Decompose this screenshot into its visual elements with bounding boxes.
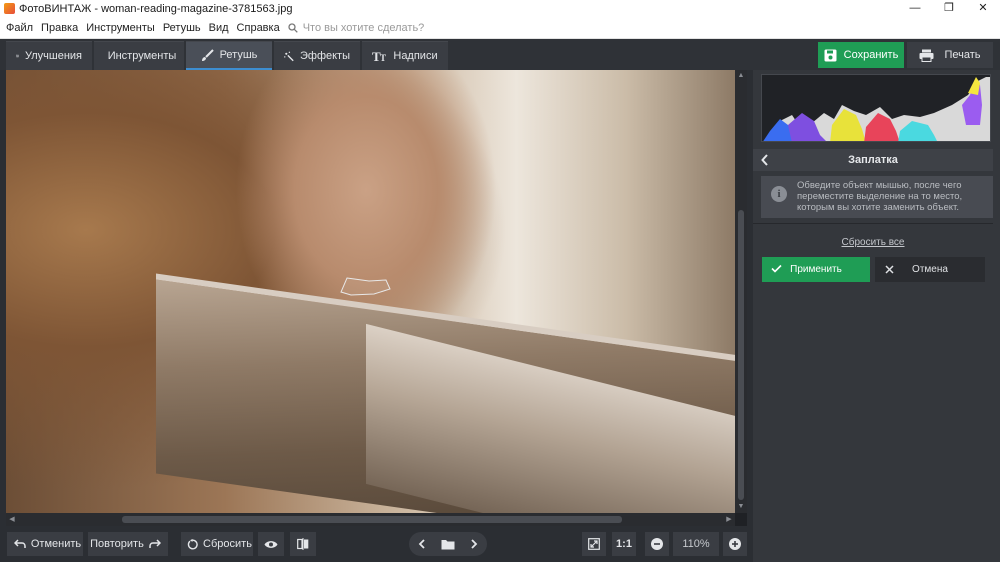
tool-hint: i Обведите объект мышью, после чего пере… bbox=[761, 176, 993, 218]
next-image-icon[interactable] bbox=[470, 539, 478, 549]
close-button[interactable]: ✕ bbox=[966, 0, 1000, 17]
redo-label: Повторить bbox=[90, 538, 144, 550]
info-icon: i bbox=[771, 186, 787, 202]
redo-icon bbox=[149, 539, 161, 548]
save-button-label: Сохранить bbox=[843, 49, 899, 61]
window-title: ФотоВИНТАЖ - woman-reading-magazine-3781… bbox=[19, 2, 293, 15]
eye-icon bbox=[264, 540, 278, 548]
histogram-graph bbox=[763, 77, 990, 141]
maximize-button[interactable]: ❐ bbox=[932, 0, 966, 17]
reset-label: Сбросить bbox=[203, 538, 252, 550]
fit-screen-icon bbox=[588, 538, 600, 550]
window-titlebar: ФотоВИНТАЖ - woman-reading-magazine-3781… bbox=[0, 0, 1000, 17]
reset-button[interactable]: Сбросить bbox=[181, 532, 253, 556]
previous-image-icon[interactable] bbox=[418, 539, 426, 549]
tab-captions[interactable]: TT Надписи bbox=[362, 41, 448, 70]
close-icon bbox=[885, 265, 894, 274]
apply-button[interactable]: Применить bbox=[762, 257, 870, 282]
actual-size-button[interactable]: 1:1 bbox=[612, 532, 636, 556]
app-logo-icon bbox=[4, 3, 15, 14]
photo-canvas[interactable] bbox=[6, 70, 735, 513]
tab-effects[interactable]: Эффекты bbox=[274, 41, 360, 70]
menu-file[interactable]: Файл bbox=[0, 22, 37, 34]
menu-edit[interactable]: Правка bbox=[37, 22, 82, 34]
vertical-scrollbar[interactable]: ▲ ▼ bbox=[735, 70, 747, 513]
save-button[interactable]: Сохранить bbox=[818, 42, 904, 68]
menu-retouch[interactable]: Ретушь bbox=[159, 22, 205, 34]
undo-label: Отменить bbox=[30, 538, 82, 550]
printer-icon bbox=[919, 49, 934, 62]
tab-enhancements[interactable]: Улучшения bbox=[6, 41, 92, 70]
menu-tools[interactable]: Инструменты bbox=[82, 22, 159, 34]
tool-hint-text: Обведите объект мышью, после чего переме… bbox=[797, 180, 963, 213]
scroll-right-arrow-icon[interactable]: ▶ bbox=[723, 513, 735, 526]
patch-selection-outline[interactable] bbox=[339, 275, 393, 297]
command-search-input[interactable] bbox=[302, 21, 463, 34]
minimize-button[interactable]: — bbox=[898, 0, 932, 17]
undo-icon bbox=[13, 539, 26, 548]
cancel-button[interactable]: Отмена bbox=[875, 257, 985, 282]
tool-panel-title: Заплатка bbox=[848, 154, 898, 166]
zoom-in-button[interactable] bbox=[723, 532, 747, 556]
open-folder-icon[interactable] bbox=[441, 539, 455, 550]
canvas-area: ▲ ▼ ◀ ▶ bbox=[6, 70, 747, 526]
right-panel: Заплатка i Обведите объект мышью, после … bbox=[753, 70, 1000, 562]
panel-divider bbox=[753, 223, 993, 224]
cancel-button-label: Отмена bbox=[912, 264, 948, 275]
back-arrow-icon[interactable] bbox=[761, 153, 769, 167]
search-icon bbox=[288, 22, 298, 33]
svg-text:T: T bbox=[380, 53, 386, 62]
window-controls: — ❐ ✕ bbox=[898, 0, 1000, 17]
reset-all-link[interactable]: Сбросить все bbox=[753, 237, 993, 248]
zoom-in-icon bbox=[729, 538, 741, 550]
file-navigation bbox=[409, 532, 487, 556]
text-icon: TT bbox=[372, 50, 386, 62]
sliders-icon bbox=[16, 54, 19, 58]
tab-tools-label: Инструменты bbox=[107, 50, 177, 62]
apply-button-label: Применить bbox=[790, 264, 842, 275]
command-search bbox=[288, 21, 463, 34]
menu-help[interactable]: Справка bbox=[233, 22, 284, 34]
preview-toggle-button[interactable] bbox=[258, 532, 284, 556]
brush-icon bbox=[201, 48, 214, 61]
tab-captions-label: Надписи bbox=[393, 50, 438, 62]
horizontal-scrollbar[interactable]: ◀ ▶ bbox=[6, 513, 735, 526]
menu-bar: Файл Правка Инструменты Ретушь Вид Справ… bbox=[0, 17, 1000, 39]
menu-view[interactable]: Вид bbox=[205, 22, 233, 34]
tab-bar: Улучшения Инструменты Ретушь Эффекты TT … bbox=[6, 41, 450, 70]
tool-panel-header: Заплатка bbox=[753, 149, 993, 171]
tab-effects-label: Эффекты bbox=[299, 50, 350, 62]
zoom-level-field[interactable]: 110% bbox=[673, 532, 719, 556]
floppy-disk-icon bbox=[824, 49, 837, 61]
scroll-left-arrow-icon[interactable]: ◀ bbox=[6, 513, 18, 526]
check-icon bbox=[771, 264, 782, 273]
print-button[interactable]: Печать bbox=[907, 42, 993, 68]
reset-icon bbox=[187, 538, 198, 549]
zoom-out-button[interactable] bbox=[645, 532, 669, 556]
fit-to-screen-button[interactable] bbox=[582, 532, 606, 556]
horizontal-scroll-thumb[interactable] bbox=[122, 516, 622, 523]
tab-tools[interactable]: Инструменты bbox=[94, 41, 184, 70]
before-after-icon bbox=[297, 538, 309, 550]
vertical-scroll-thumb[interactable] bbox=[738, 210, 744, 500]
magic-wand-icon bbox=[284, 51, 294, 61]
scroll-up-arrow-icon[interactable]: ▲ bbox=[735, 70, 747, 82]
histogram bbox=[761, 74, 991, 142]
tab-retouch[interactable]: Ретушь bbox=[186, 41, 272, 70]
scroll-down-arrow-icon[interactable]: ▼ bbox=[735, 501, 747, 513]
tab-enhancements-label: Улучшения bbox=[24, 50, 82, 62]
print-button-label: Печать bbox=[944, 49, 981, 61]
zoom-out-icon bbox=[651, 538, 663, 550]
undo-button[interactable]: Отменить bbox=[7, 532, 83, 556]
compare-button[interactable] bbox=[290, 532, 316, 556]
redo-button[interactable]: Повторить bbox=[88, 532, 168, 556]
tab-retouch-label: Ретушь bbox=[219, 49, 258, 61]
